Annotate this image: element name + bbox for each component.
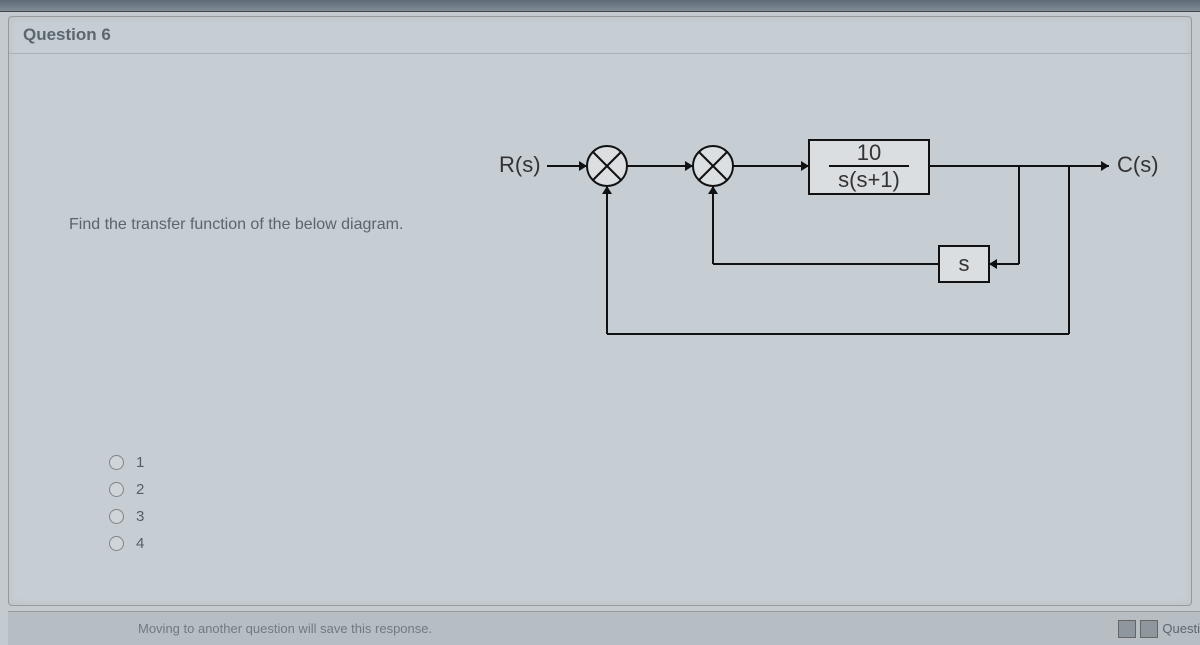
nav-next-icon[interactable] [1140, 620, 1158, 638]
arrow-output [1101, 161, 1109, 171]
footer-bar: Moving to another question will save thi… [8, 611, 1200, 645]
input-label: R(s) [499, 152, 541, 177]
window-top-bar [0, 0, 1200, 12]
question-number: Question 6 [23, 25, 111, 44]
option-row[interactable]: 2 [109, 481, 1191, 498]
nav-prev-icon[interactable] [1118, 620, 1136, 638]
nav-label: Questi [1162, 621, 1200, 636]
question-header: Question 6 [9, 17, 1191, 54]
answer-options: 1 2 3 4 [109, 454, 1191, 552]
option-row[interactable]: 3 [109, 508, 1191, 525]
option-label: 1 [136, 454, 144, 471]
save-response-message: Moving to another question will save thi… [138, 621, 432, 636]
forward-block-num: 10 [857, 140, 881, 165]
option-row[interactable]: 1 [109, 454, 1191, 471]
option-label: 3 [136, 508, 144, 525]
forward-block-den: s(s+1) [838, 167, 900, 192]
radio-icon[interactable] [109, 536, 124, 551]
radio-icon[interactable] [109, 509, 124, 524]
question-prompt: Find the transfer function of the below … [69, 216, 403, 234]
question-content: Find the transfer function of the below … [9, 54, 1191, 424]
arrow-mid1 [685, 161, 693, 171]
arrow-outer-fb [602, 186, 612, 194]
radio-icon[interactable] [109, 482, 124, 497]
radio-icon[interactable] [109, 455, 124, 470]
question-card: Question 6 Find the transfer function of… [8, 16, 1192, 606]
arrow-input [579, 161, 587, 171]
block-diagram: R(s) 10 s(s+1) C(s) [479, 104, 1179, 374]
output-label: C(s) [1117, 152, 1159, 177]
feedback-block-label: s [959, 251, 970, 276]
option-row[interactable]: 4 [109, 535, 1191, 552]
option-label: 4 [136, 535, 144, 552]
arrow-to-sblock [989, 259, 997, 269]
arrow-to-block [801, 161, 809, 171]
question-nav: Questi [1118, 620, 1200, 638]
option-label: 2 [136, 481, 144, 498]
arrow-inner-fb [708, 186, 718, 194]
